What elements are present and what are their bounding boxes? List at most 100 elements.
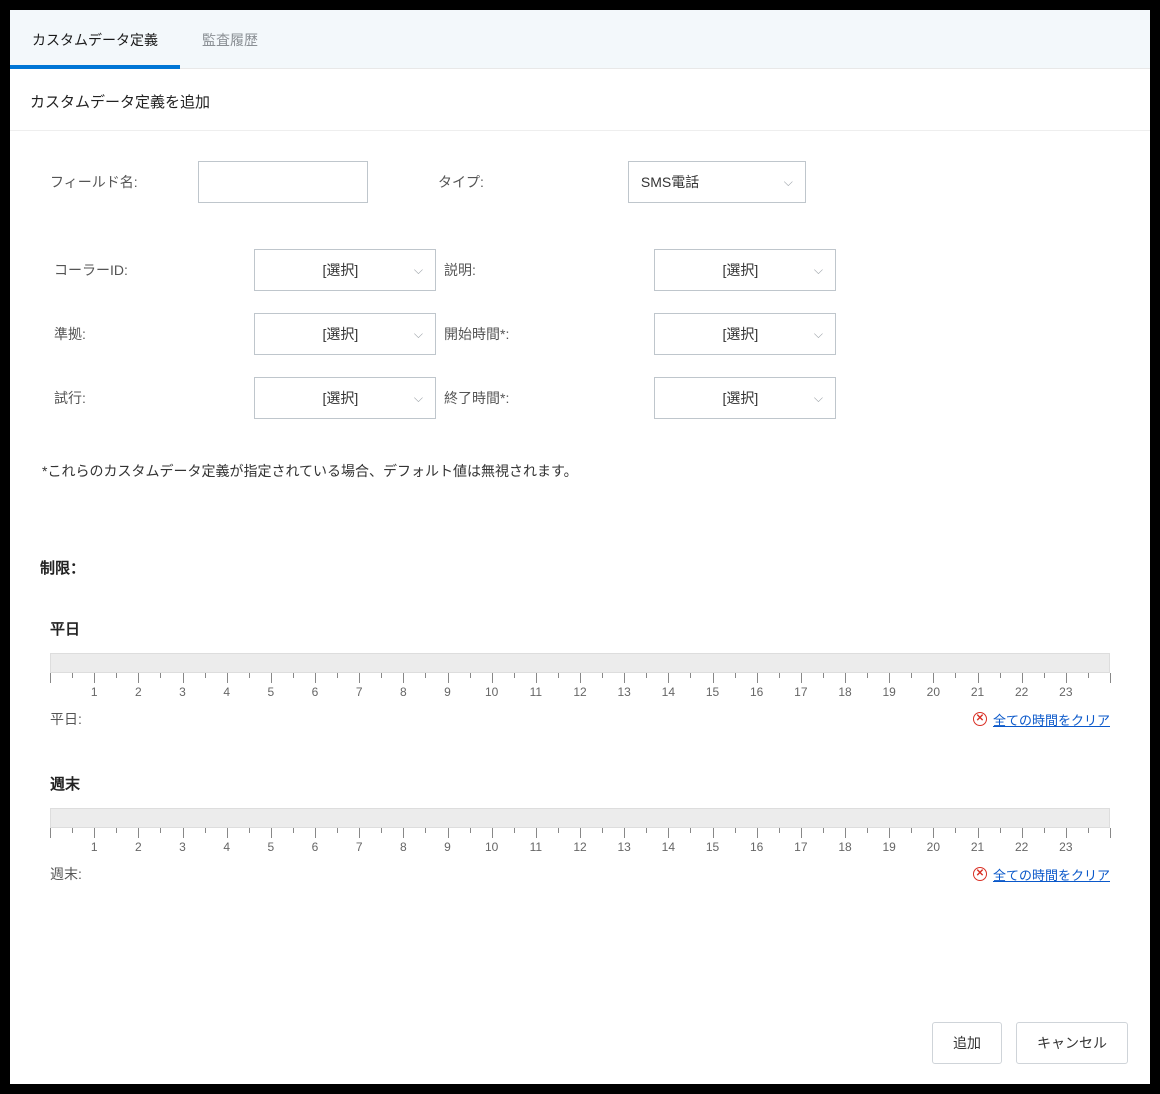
weekend-schedule: 週末 1234567891011121314151617181920212223…	[10, 773, 1150, 884]
weekday-clear-link[interactable]: 全ての時間をクリア	[993, 710, 1110, 729]
hour-label: 6	[312, 685, 319, 699]
weekend-slider[interactable]	[50, 808, 1110, 828]
hour-label: 1	[91, 840, 98, 854]
hour-label: 19	[882, 685, 895, 699]
attempt-select[interactable]: [選択] ⌵	[254, 377, 436, 419]
compliance-select[interactable]: [選択] ⌵	[254, 313, 436, 355]
weekday-ruler: 1234567891011121314151617181920212223	[50, 673, 1110, 703]
hour-label: 13	[617, 685, 630, 699]
chevron-down-icon: ⌵	[414, 327, 423, 342]
chevron-down-icon: ⌵	[414, 391, 423, 406]
hour-label: 22	[1015, 840, 1028, 854]
description-value: [選択]	[667, 260, 814, 280]
hour-label: 2	[135, 840, 142, 854]
hour-label: 21	[971, 840, 984, 854]
hour-label: 8	[400, 840, 407, 854]
hour-label: 19	[882, 840, 895, 854]
hour-label: 3	[179, 840, 186, 854]
hour-label: 18	[838, 840, 851, 854]
weekday-schedule: 平日 1234567891011121314151617181920212223…	[10, 618, 1150, 729]
hour-label: 5	[267, 685, 274, 699]
weekend-footer-label: 週末:	[50, 864, 82, 884]
type-select-value: SMS電話	[641, 172, 699, 192]
caller-id-select[interactable]: [選択] ⌵	[254, 249, 436, 291]
field-name-input[interactable]	[198, 161, 368, 203]
start-time-select[interactable]: [選択] ⌵	[654, 313, 836, 355]
hour-label: 3	[179, 685, 186, 699]
attempt-value: [選択]	[267, 388, 414, 408]
hour-label: 6	[312, 840, 319, 854]
end-time-label: 終了時間*:	[444, 388, 604, 408]
hour-label: 18	[838, 685, 851, 699]
restrictions-title: 制限：	[40, 557, 1120, 578]
hour-label: 16	[750, 685, 763, 699]
hour-label: 17	[794, 840, 807, 854]
weekday-slider[interactable]	[50, 653, 1110, 673]
chevron-down-icon: ⌵	[814, 327, 823, 342]
weekday-footer-label: 平日:	[50, 709, 82, 729]
type-select[interactable]: SMS電話 ⌵	[628, 161, 806, 203]
tab-definitions[interactable]: カスタムデータ定義	[10, 14, 180, 68]
form-area: フィールド名: タイプ: SMS電話 ⌵ コーラーID: [選択] ⌵ 説明:	[10, 131, 1150, 578]
hour-label: 7	[356, 685, 363, 699]
chevron-down-icon: ⌵	[784, 175, 793, 190]
end-time-value: [選択]	[667, 388, 814, 408]
hour-label: 12	[573, 685, 586, 699]
weekend-clear-link[interactable]: 全ての時間をクリア	[993, 865, 1110, 884]
description-label: 説明:	[444, 260, 604, 280]
cancel-button[interactable]: キャンセル	[1016, 1022, 1128, 1064]
hour-label: 4	[223, 685, 230, 699]
tabs: カスタムデータ定義 監査履歴	[10, 10, 1150, 69]
description-select[interactable]: [選択] ⌵	[654, 249, 836, 291]
hour-label: 17	[794, 685, 807, 699]
hour-label: 10	[485, 840, 498, 854]
hour-label: 22	[1015, 685, 1028, 699]
hour-label: 14	[662, 840, 675, 854]
form-note: *これらのカスタムデータ定義が指定されている場合、デフォルト値は無視されます。	[42, 461, 1120, 481]
footer: 追加 キャンセル	[10, 1008, 1150, 1084]
start-time-label: 開始時間*:	[444, 324, 604, 344]
hour-label: 9	[444, 840, 451, 854]
caller-id-value: [選択]	[267, 260, 414, 280]
clear-icon: ✕	[973, 712, 987, 726]
hour-label: 5	[267, 840, 274, 854]
tab-audit-history[interactable]: 監査履歴	[180, 14, 280, 68]
hour-label: 15	[706, 840, 719, 854]
chevron-down-icon: ⌵	[814, 391, 823, 406]
start-time-value: [選択]	[667, 324, 814, 344]
hour-label: 12	[573, 840, 586, 854]
weekend-heading: 週末	[50, 773, 1110, 794]
hour-label: 23	[1059, 685, 1072, 699]
hour-label: 14	[662, 685, 675, 699]
page-title: カスタムデータ定義を追加	[10, 69, 1150, 131]
hour-label: 11	[530, 840, 542, 854]
type-label: タイプ:	[438, 172, 484, 192]
hour-label: 10	[485, 685, 498, 699]
hour-label: 21	[971, 685, 984, 699]
end-time-select[interactable]: [選択] ⌵	[654, 377, 836, 419]
field-name-label: フィールド名:	[50, 172, 170, 192]
chevron-down-icon: ⌵	[414, 263, 423, 278]
hour-label: 20	[927, 685, 940, 699]
attempt-label: 試行:	[54, 388, 204, 408]
add-button[interactable]: 追加	[932, 1022, 1002, 1064]
weekend-ruler: 1234567891011121314151617181920212223	[50, 828, 1110, 858]
compliance-label: 準拠:	[54, 324, 204, 344]
hour-label: 15	[706, 685, 719, 699]
hour-label: 2	[135, 685, 142, 699]
hour-label: 13	[617, 840, 630, 854]
hour-label: 8	[400, 685, 407, 699]
chevron-down-icon: ⌵	[814, 263, 823, 278]
hour-label: 11	[530, 685, 542, 699]
hour-label: 23	[1059, 840, 1072, 854]
hour-label: 1	[91, 685, 98, 699]
hour-label: 7	[356, 840, 363, 854]
caller-id-label: コーラーID:	[54, 260, 204, 280]
hour-label: 4	[223, 840, 230, 854]
hour-label: 16	[750, 840, 763, 854]
compliance-value: [選択]	[267, 324, 414, 344]
weekday-heading: 平日	[50, 618, 1110, 639]
clear-icon: ✕	[973, 867, 987, 881]
hour-label: 20	[927, 840, 940, 854]
hour-label: 9	[444, 685, 451, 699]
